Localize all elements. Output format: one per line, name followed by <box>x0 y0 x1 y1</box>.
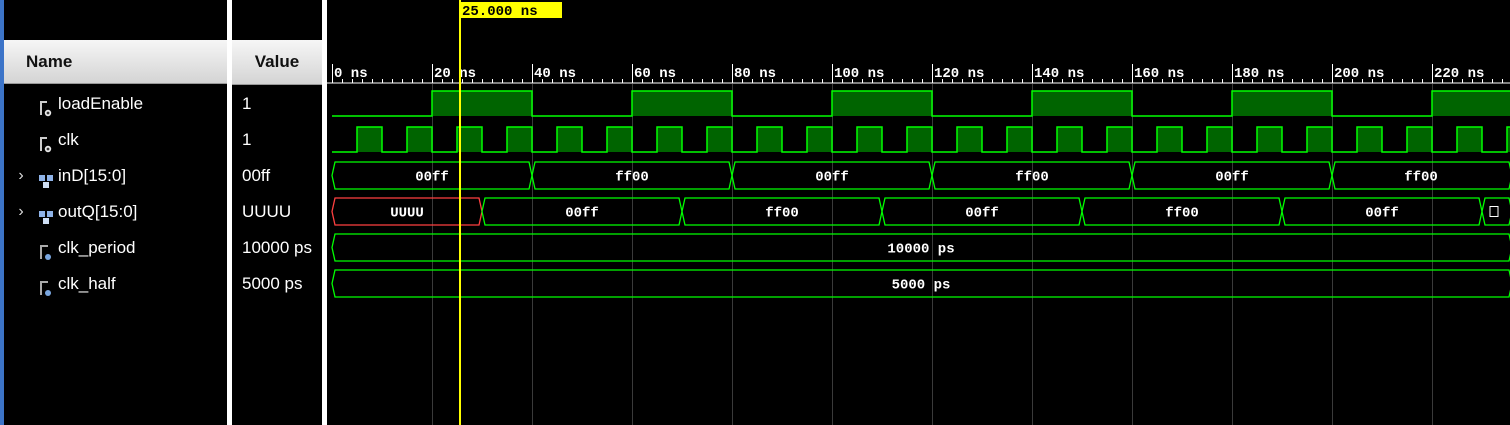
clk-high-fill <box>857 127 882 152</box>
signal-row[interactable]: › outQ[15:0] <box>0 194 227 230</box>
clk-high-fill <box>807 127 832 152</box>
time-axis-label: 160 ns <box>1134 66 1184 82</box>
signal-name: inD[15:0] <box>58 166 127 185</box>
value-column-header[interactable]: Value <box>232 40 322 85</box>
waveform-area[interactable]: 0 ns 20 ns 40 ns 60 ns 80 ns 100 ns 120 ns 140 … <box>327 0 1510 425</box>
signal-value: 10000 ps <box>242 238 312 257</box>
constant-signal-icon <box>38 275 54 296</box>
loadEnable-high-fill <box>1032 91 1132 116</box>
loadEnable-high-fill <box>632 91 732 116</box>
signal-value: 5000 ps <box>242 274 303 293</box>
time-axis-label: 120 ns <box>934 66 984 82</box>
time-axis-label: 100 ns <box>834 66 884 82</box>
expand-chevron-icon[interactable]: › <box>14 158 28 194</box>
signal-name: clk_period <box>58 238 136 257</box>
signal-name: clk_half <box>58 274 116 293</box>
signal-value: UUUU <box>242 202 292 221</box>
signal-row[interactable]: loadEnable <box>0 86 227 122</box>
inD-segment-value: ff00 <box>615 170 649 186</box>
clk-high-fill <box>1007 127 1032 152</box>
loadEnable-high-fill <box>1232 91 1332 116</box>
clk-high-fill <box>707 127 732 152</box>
bit-signal-icon <box>38 95 54 117</box>
clk-high-fill <box>607 127 632 152</box>
signal-row[interactable]: clk_period <box>0 230 227 266</box>
bit-signal-icon <box>38 131 54 153</box>
loadEnable-high-fill <box>432 91 532 116</box>
signal-name: outQ[15:0] <box>58 202 138 221</box>
outQ-segment-value: 00ff <box>1365 206 1399 222</box>
clk-high-fill <box>657 127 682 152</box>
clk-high-fill <box>1357 127 1382 152</box>
signal-name: clk <box>58 130 79 149</box>
clk-high-fill <box>757 127 782 152</box>
signal-row[interactable]: › inD[15:0] <box>0 158 227 194</box>
clk-high-fill <box>1207 127 1232 152</box>
names-panel: Name loadEnable clk › inD[15:0] › outQ[15:0] c… <box>0 0 227 425</box>
signal-value: 00ff <box>242 166 271 185</box>
name-column-label: Name <box>26 52 73 71</box>
time-axis-label: 180 ns <box>1234 66 1284 82</box>
inD-segment-value: ff00 <box>1015 170 1049 186</box>
cursor-time-label: 25.000 ns <box>462 4 538 20</box>
inD-segment-value: ff00 <box>1404 170 1438 186</box>
time-axis-label: 0 ns <box>334 66 368 82</box>
inD-segment-value: 00ff <box>415 170 449 186</box>
clk-high-fill <box>357 127 382 152</box>
signal-row[interactable]: clk_half <box>0 266 227 302</box>
waveform-canvas[interactable]: 0 ns 20 ns 40 ns 60 ns 80 ns 100 ns 120 ns 140 … <box>327 0 1510 425</box>
time-axis-label: 80 ns <box>734 66 776 82</box>
clk_period-segment-value: 10000 ps <box>887 242 954 258</box>
clk-high-fill <box>1457 127 1482 152</box>
outQ-segment-value: 00ff <box>565 206 599 222</box>
clk-high-fill <box>407 127 432 152</box>
signal-value: 1 <box>242 130 252 149</box>
inD-segment-value: 00ff <box>815 170 849 186</box>
value-column-label: Value <box>254 52 300 71</box>
clk-high-fill <box>1407 127 1432 152</box>
constant-signal-icon <box>38 239 54 260</box>
outQ-segment-value: ff00 <box>765 206 799 222</box>
time-axis-label: 200 ns <box>1334 66 1384 82</box>
clk-high-fill <box>507 127 532 152</box>
time-axis-label: 40 ns <box>534 66 576 82</box>
signal-value: 1 <box>242 94 252 113</box>
outQ-segment <box>1481 197 1510 226</box>
name-column-header[interactable]: Name <box>4 40 227 84</box>
outQ-truncated-marker <box>1489 206 1499 217</box>
time-axis-label: 60 ns <box>634 66 676 82</box>
bus-signal-icon <box>38 203 54 224</box>
inD-segment-value: 00ff <box>1215 170 1249 186</box>
loadEnable-high-fill <box>1432 91 1510 116</box>
clk-high-fill <box>557 127 582 152</box>
clk-high-fill <box>957 127 982 152</box>
expand-chevron-icon[interactable]: › <box>14 194 28 230</box>
signal-row[interactable]: clk <box>0 122 227 158</box>
time-axis-label: 20 ns <box>434 66 476 82</box>
clk-high-fill <box>907 127 932 152</box>
bus-signal-icon <box>38 167 54 188</box>
clk-high-fill <box>1307 127 1332 152</box>
time-axis-label: 140 ns <box>1034 66 1084 82</box>
time-axis-label: 220 ns <box>1434 66 1484 82</box>
signal-name: loadEnable <box>58 94 144 113</box>
clk-high-fill <box>1107 127 1132 152</box>
clk-high-fill <box>1257 127 1282 152</box>
outQ-segment-value: 00ff <box>965 206 999 222</box>
loadEnable-high-fill <box>832 91 932 116</box>
clk_half-segment-value: 5000 ps <box>892 278 951 294</box>
clk-high-fill <box>1057 127 1082 152</box>
clk-high-fill <box>1157 127 1182 152</box>
outQ-segment-value: UUUU <box>390 206 424 222</box>
outQ-segment-value: ff00 <box>1165 206 1199 222</box>
